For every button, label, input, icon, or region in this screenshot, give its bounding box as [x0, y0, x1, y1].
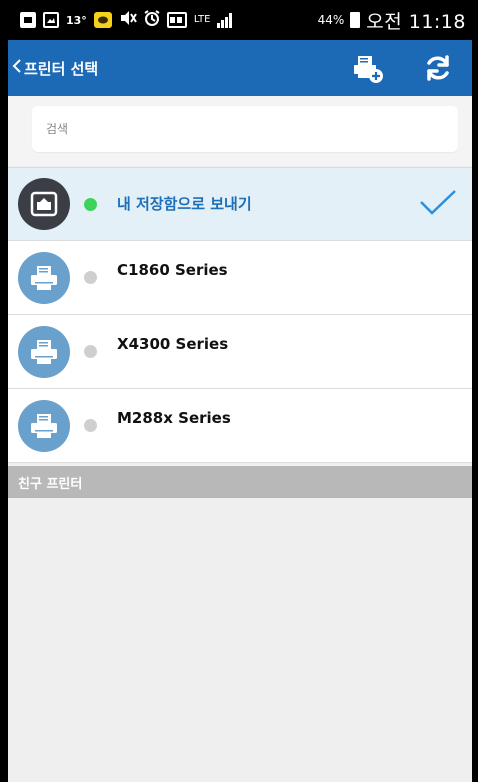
chevron-left-icon — [12, 58, 22, 78]
page-title: 프린터 선택 — [24, 59, 99, 78]
phone-screen: 13° LTE 44% 오전 11:18 프린터 선택 검색 내 저장함으로 보… — [0, 0, 478, 782]
battery-percent: 44% — [317, 13, 345, 27]
back-button[interactable]: 프린터 선택 — [8, 58, 98, 79]
add-printer-button[interactable] — [352, 52, 384, 84]
check-icon — [418, 188, 458, 222]
mute-icon — [119, 10, 137, 30]
status-dot-offline — [84, 271, 97, 284]
printer-icon — [31, 413, 57, 438]
storage-avatar — [18, 178, 70, 230]
printer-name: 내 저장함으로 보내기 — [117, 194, 252, 213]
battery-icon — [350, 12, 361, 28]
status-right: 44% 오전 11:18 — [318, 7, 466, 34]
status-dot-offline — [84, 345, 97, 358]
printer-avatar — [18, 399, 70, 452]
nfc-icon — [166, 12, 187, 28]
printer-row-my-storage[interactable]: 내 저장함으로 보내기 — [8, 167, 472, 241]
printer-icon — [31, 339, 57, 364]
printer-row-x4300[interactable]: X4300 Series — [8, 315, 472, 389]
printer-name: C1860 Series — [117, 260, 228, 279]
printer-row-c1860[interactable]: C1860 Series — [8, 241, 472, 315]
app-bar: 프린터 선택 — [8, 40, 472, 96]
printer-name: M288x Series — [117, 408, 231, 427]
printer-avatar — [18, 325, 70, 378]
printer-row-m288x[interactable]: M288x Series — [8, 389, 472, 463]
signal-icon — [217, 12, 233, 28]
section-header-friend-printers: 친구 프린터 — [8, 466, 472, 498]
add-printer-icon — [354, 56, 383, 83]
printer-avatar — [18, 251, 70, 304]
status-dot-online — [84, 197, 97, 211]
app-actions — [352, 52, 472, 84]
search-bar — [8, 96, 472, 166]
clock: 오전 11:18 — [366, 10, 466, 33]
status-bar: 13° LTE 44% 오전 11:18 — [8, 0, 472, 40]
alarm-icon — [144, 10, 160, 30]
temperature-label: 13° — [66, 13, 87, 27]
lte-icon: LTE — [193, 14, 211, 25]
printer-name: X4300 Series — [117, 334, 229, 353]
refresh-button[interactable] — [422, 52, 454, 84]
printer-icon — [31, 265, 57, 290]
refresh-icon — [427, 55, 449, 81]
search-input[interactable] — [32, 106, 458, 152]
kakaotalk-icon — [93, 12, 112, 28]
printer-list: 내 저장함으로 보내기 C1860 Series X4300 Series M2… — [8, 167, 472, 463]
status-icons: 13° LTE — [20, 10, 233, 30]
notification-icon — [20, 12, 36, 28]
gallery-icon — [43, 12, 59, 28]
storage-box-icon — [30, 191, 58, 217]
friend-printer-list — [8, 498, 472, 782]
status-dot-offline — [84, 419, 97, 432]
